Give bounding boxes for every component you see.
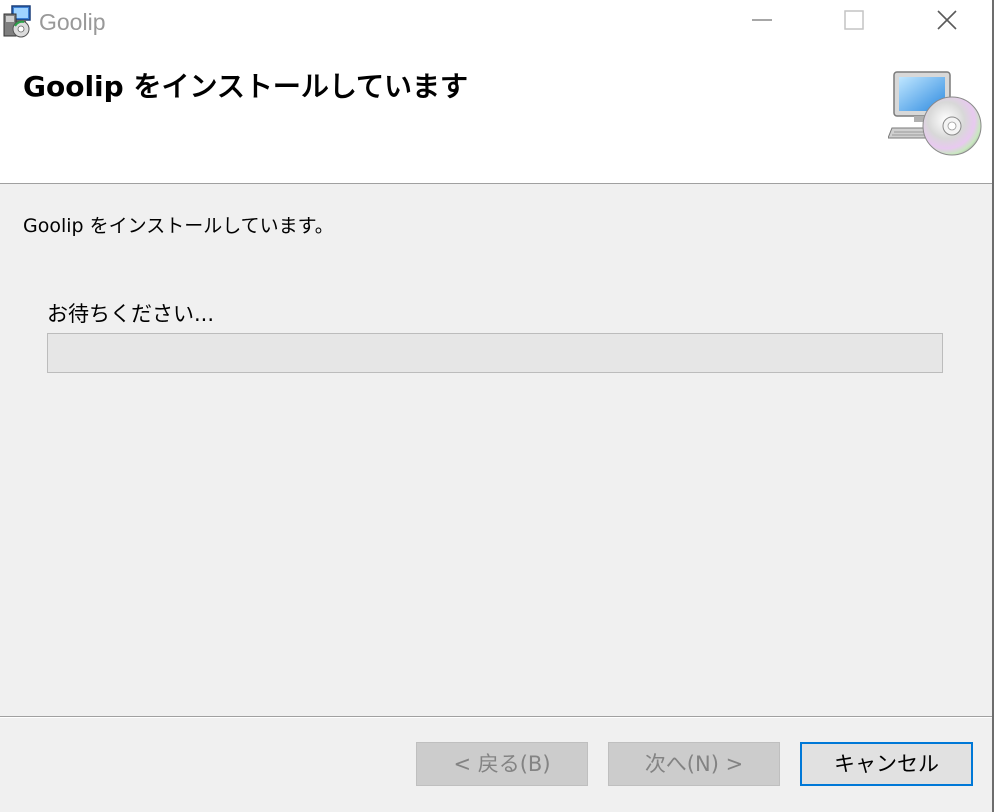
minimize-icon xyxy=(751,9,773,35)
header-banner: Goolip をインストールしています xyxy=(0,44,994,184)
next-button[interactable]: 次へ(N) > xyxy=(608,742,780,786)
installer-window: Goolip Goolip をインストールしています Goolip をインストー… xyxy=(0,0,994,812)
title-bar[interactable]: Goolip xyxy=(0,0,994,44)
install-progress-bar xyxy=(47,333,943,373)
back-button[interactable]: < 戻る(B) xyxy=(416,742,588,786)
installer-icon[interactable] xyxy=(2,4,34,38)
close-icon xyxy=(936,9,958,35)
window-title: Goolip xyxy=(39,9,106,35)
close-button[interactable] xyxy=(900,0,994,44)
computer-cd-icon xyxy=(887,70,984,158)
maximize-button[interactable] xyxy=(808,0,900,44)
status-message: Goolip をインストールしています。 xyxy=(23,215,334,237)
cancel-button[interactable]: キャンセル xyxy=(800,742,973,786)
page-title: Goolip をインストールしています xyxy=(23,70,469,103)
maximize-icon xyxy=(843,9,865,35)
wait-label: お待ちください... xyxy=(47,302,215,326)
minimize-button[interactable] xyxy=(716,0,808,44)
footer-divider-highlight xyxy=(0,717,994,718)
